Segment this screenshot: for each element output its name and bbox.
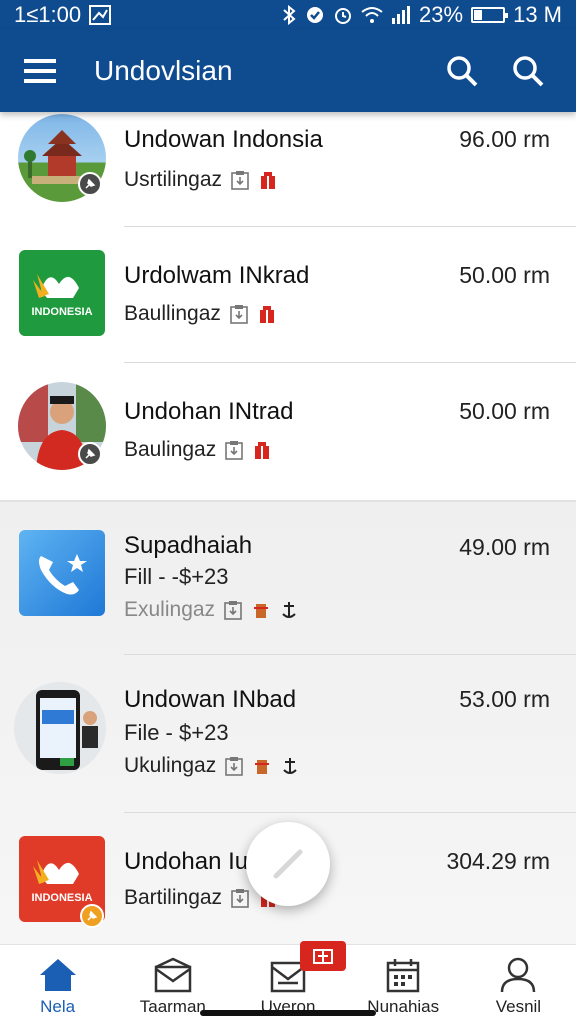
item-title: Undowan Indonsia [124,126,323,153]
menu-button[interactable] [20,51,60,91]
brand-logo-text: INDONESIA [31,892,93,904]
item-title: Urdolwam INkrad [124,262,310,289]
gift-icon [258,169,278,191]
calendar-icon [386,959,420,993]
pencil-icon [273,849,303,879]
list-item[interactable]: Undohan INtrad Baulingaz 50.00 rm [0,364,576,500]
search-button-secondary[interactable] [500,43,556,99]
nav-label: Vesnil [495,997,542,1016]
brand-logo [33,274,79,298]
list-item[interactable]: Undowan INbad File - $+23 Ukulingaz 53.0… [0,656,576,814]
edit-fab[interactable] [246,822,330,906]
search-icon [447,56,478,87]
item-price: 96.00 rm [459,126,550,152]
clipboard-icon [223,599,243,621]
item-title: Undohan Iu [124,848,249,875]
item-title: Supadhaiah [124,532,253,559]
item-meta-text: Baulingaz [124,438,217,461]
mail-icon [154,957,192,993]
divider [124,812,576,813]
item-title: Undowan INbad [124,686,297,713]
photo-icon [89,5,112,25]
person-icon [501,957,536,993]
status-left: 1≤1:00 [14,2,112,28]
item-price: 53.00 rm [459,686,550,712]
nav-label: Nela [40,997,76,1016]
clipboard-icon [230,887,250,909]
item-price: 50.00 rm [459,262,550,288]
wifi-icon [361,6,383,24]
pin-icon [78,172,102,196]
hamburger-icon [24,59,56,83]
phone-screen-image [36,690,98,770]
item-meta: Ukulingaz [124,754,300,778]
app-title: Undovlsian [94,55,233,86]
status-time: 1≤1:00 [14,2,82,27]
gift-icon [252,439,272,461]
item-thumbnail [19,530,105,616]
clipboard-icon [224,439,244,461]
divider [124,362,576,363]
tag-icon [251,599,271,621]
item-meta-text: Baullingaz [124,302,221,325]
anchor-icon [280,755,300,777]
list-item[interactable]: INDONESIA Urdolwam INkrad Baullingaz 50.… [0,228,576,364]
notification-badge [300,941,347,971]
clipboard-icon [230,169,250,191]
nav-label: Nunahias [367,997,440,1016]
battery-icon [471,7,509,23]
signal-icon [391,6,411,24]
divider [124,654,576,655]
search-button[interactable] [434,43,490,99]
search-icon [513,56,544,87]
item-subtitle: Fill - -$+23 [124,564,229,589]
item-meta: Exulingaz [124,598,299,622]
nav-item-home[interactable]: Nela [0,945,115,1024]
clipboard-icon [224,755,244,777]
shield-icon [305,5,325,25]
pin-icon [80,904,104,928]
home-icon [39,959,76,991]
pin-icon [78,442,102,466]
alarm-icon [333,5,353,25]
item-meta: Usrtilingaz [124,168,278,192]
item-thumbnail: INDONESIA [19,250,105,336]
brand-logo-text: INDONESIA [31,306,93,318]
item-list: Undowan Indonsia Usrtilingaz 96.00 rm IN… [0,112,576,944]
battery-percent: 23% [419,2,464,27]
list-item[interactable]: Supadhaiah Fill - -$+23 Exulingaz 49.00 … [0,502,576,656]
bluetooth-off-icon [281,5,297,25]
status-right-text: 13 M [513,2,562,27]
nav-label: Taarman [139,997,206,1016]
divider [124,226,576,227]
gift-icon [257,303,277,325]
clipboard-icon [229,303,249,325]
item-meta-text: Ukulingaz [124,754,217,777]
home-indicator [200,1010,376,1016]
gift-icon [313,949,334,964]
item-meta: Baulingaz [124,438,272,462]
item-meta: Baullingaz [124,302,277,326]
nav-item-profile[interactable]: Vesnil [461,945,576,1024]
item-meta-text: Usrtilingaz [124,168,223,191]
status-right: 23% 13 M [281,2,562,28]
app-bar: Undovlsian [0,30,576,112]
item-meta-text: Exulingaz [124,598,216,621]
item-title: Undohan INtrad [124,398,294,425]
anchor-icon [279,599,299,621]
tag-icon [252,755,272,777]
status-bar: 1≤1:00 23% 13 M [0,0,576,30]
phone-icon [39,554,87,595]
item-meta-text: Bartilingaz [124,886,223,909]
item-price: 50.00 rm [459,398,550,424]
item-thumbnail [14,682,106,774]
item-subtitle: File - $+23 [124,720,229,745]
item-price: 49.00 rm [459,534,550,560]
item-price: 304.29 rm [446,848,550,874]
list-item[interactable]: Undowan Indonsia Usrtilingaz 96.00 rm [0,112,576,228]
